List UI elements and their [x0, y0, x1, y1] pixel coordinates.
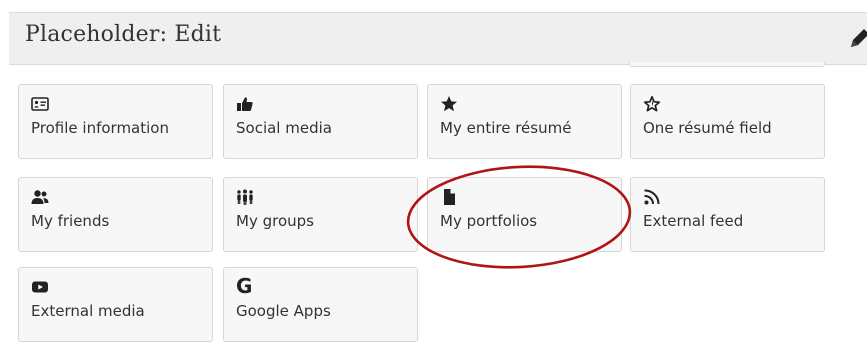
star-outline-icon [643, 95, 661, 112]
block-editor-panel: Placeholder: Edit Profile information So… [0, 0, 867, 343]
block-type-entire-resume[interactable]: My entire résumé [427, 84, 622, 159]
tile-label: One résumé field [643, 119, 772, 137]
thumbs-up-icon [237, 97, 253, 111]
group-icon [237, 189, 253, 205]
pencil-icon[interactable] [847, 25, 867, 51]
block-type-my-portfolios[interactable]: My portfolios [427, 177, 622, 252]
tile-label: Google Apps [236, 302, 331, 320]
tile-label: My portfolios [440, 212, 538, 230]
block-type-external-media[interactable]: External media [18, 267, 213, 342]
rss-icon [644, 189, 660, 205]
block-type-profile-information[interactable]: Profile information [18, 84, 213, 159]
scrolled-tile-edge [629, 62, 825, 67]
block-type-my-friends[interactable]: My friends [18, 177, 213, 252]
block-type-one-resume-field[interactable]: One résumé field [630, 84, 825, 159]
page-title: Placeholder: Edit [25, 22, 222, 47]
star-icon [441, 96, 457, 112]
block-type-social-media[interactable]: Social media [223, 84, 418, 159]
file-icon [444, 189, 455, 205]
tile-label: My friends [31, 212, 110, 230]
tile-label: External media [31, 302, 145, 320]
modal-header: Placeholder: Edit [9, 12, 867, 65]
block-type-my-groups[interactable]: My groups [223, 177, 418, 252]
users-icon [31, 190, 49, 204]
tile-label: External feed [643, 212, 744, 230]
google-icon: G [236, 274, 253, 298]
tile-label: My groups [236, 212, 314, 230]
block-type-external-feed[interactable]: External feed [630, 177, 825, 252]
tile-label: Profile information [31, 119, 169, 137]
tile-label: My entire résumé [440, 119, 572, 137]
id-card-icon [31, 97, 49, 111]
block-type-google-apps[interactable]: G Google Apps [223, 267, 418, 342]
tile-label: Social media [236, 119, 332, 137]
youtube-icon [32, 281, 48, 293]
